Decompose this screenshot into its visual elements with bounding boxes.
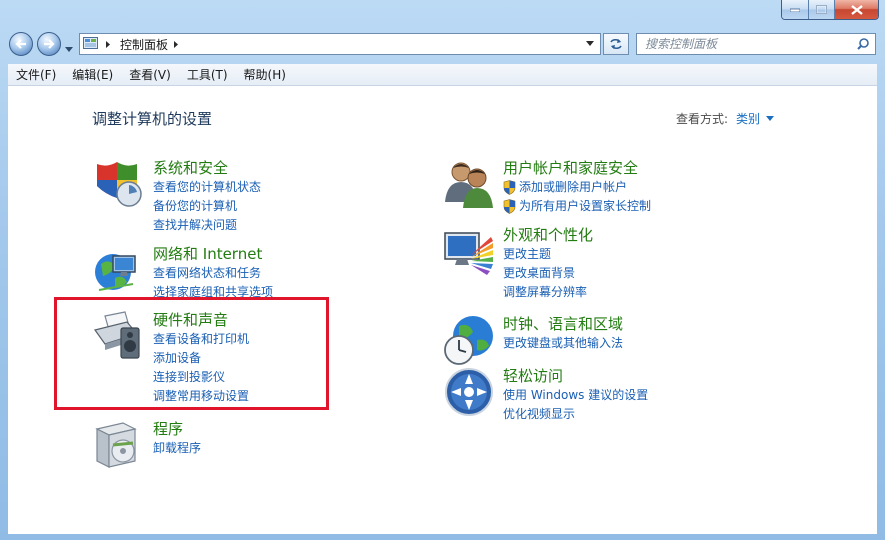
link-troubleshoot[interactable]: 查找并解决问题: [153, 216, 261, 235]
page-title: 调整计算机的设置: [92, 110, 213, 128]
link-change-keyboard-input[interactable]: 更改键盘或其他输入法: [503, 334, 623, 353]
link-change-theme[interactable]: 更改主题: [503, 245, 593, 264]
users-icon[interactable]: [443, 158, 495, 210]
category-title[interactable]: 用户帐户和家庭安全: [503, 158, 651, 178]
chevron-down-icon[interactable]: [766, 116, 775, 121]
link-view-computer-status[interactable]: 查看您的计算机状态: [153, 178, 261, 197]
security-shield-icon[interactable]: [93, 158, 145, 210]
search-icon[interactable]: [857, 38, 869, 50]
forward-arrow-icon: [44, 39, 55, 49]
link-add-remove-accounts[interactable]: 添加或删除用户帐户: [503, 178, 651, 197]
address-bar[interactable]: 控制面板: [79, 33, 601, 55]
breadcrumb-control-panel[interactable]: 控制面板: [120, 36, 168, 53]
link-windows-suggested-settings[interactable]: 使用 Windows 建议的设置: [503, 386, 648, 405]
search-box[interactable]: [636, 33, 876, 55]
refresh-icon: [610, 38, 622, 50]
back-arrow-icon: [15, 39, 26, 49]
clock-globe-icon[interactable]: [443, 314, 495, 366]
menu-file[interactable]: 文件(F): [8, 64, 64, 86]
close-button[interactable]: [834, 0, 878, 19]
breadcrumb-separator-icon[interactable]: [174, 41, 178, 48]
menu-bar: 文件(F) 编辑(E) 查看(V) 工具(T) 帮助(H): [8, 64, 877, 86]
maximize-button[interactable]: [808, 0, 834, 19]
link-text[interactable]: 添加或删除用户帐户: [519, 178, 627, 197]
link-desktop-background[interactable]: 更改桌面背景: [503, 264, 593, 283]
uac-shield-icon: [503, 180, 516, 195]
category-title[interactable]: 网络和 Internet: [153, 244, 273, 264]
view-by-control: 查看方式: 类别: [676, 110, 775, 127]
category-title[interactable]: 时钟、语言和区域: [503, 314, 623, 334]
minimize-icon: [790, 8, 800, 12]
link-text[interactable]: 为所有用户设置家长控制: [519, 197, 651, 216]
view-by-label: 查看方式:: [676, 112, 729, 126]
recent-pages-dropdown[interactable]: [65, 41, 73, 55]
category-title[interactable]: 轻松访问: [503, 366, 648, 386]
programs-box-icon[interactable]: [93, 419, 145, 471]
view-by-dropdown[interactable]: 类别: [736, 110, 760, 127]
maximize-icon: [816, 5, 827, 14]
control-panel-icon: [83, 37, 98, 49]
chevron-down-icon: [65, 47, 73, 52]
minimize-button[interactable]: [782, 0, 808, 19]
ease-of-access-icon[interactable]: [443, 366, 495, 418]
category-title[interactable]: 外观和个性化: [503, 225, 593, 245]
highlight-annotation-box: [54, 297, 329, 410]
navigation-bar: 控制面板: [0, 28, 885, 62]
uac-shield-icon: [503, 199, 516, 214]
search-input[interactable]: [643, 36, 847, 52]
address-history-dropdown-icon[interactable]: [586, 41, 594, 46]
refresh-button[interactable]: [603, 33, 629, 55]
network-globe-icon[interactable]: [93, 244, 145, 296]
control-panel-content: 调整计算机的设置 查看方式: 类别 系统和安全 查看您的计算机状态 备份您的计算…: [8, 86, 877, 534]
link-screen-resolution[interactable]: 调整屏幕分辨率: [503, 283, 593, 302]
menu-help[interactable]: 帮助(H): [236, 64, 294, 86]
link-backup-computer[interactable]: 备份您的计算机: [153, 197, 261, 216]
menu-tools[interactable]: 工具(T): [179, 64, 236, 86]
menu-view[interactable]: 查看(V): [121, 64, 179, 86]
back-button[interactable]: [9, 32, 33, 56]
appearance-monitor-icon[interactable]: [443, 225, 495, 277]
forward-button[interactable]: [37, 32, 61, 56]
breadcrumb-separator-icon: [106, 41, 110, 48]
category-title[interactable]: 系统和安全: [153, 158, 261, 178]
close-icon: [850, 4, 863, 15]
window-caption-buttons: [781, 0, 879, 20]
link-view-network-status[interactable]: 查看网络状态和任务: [153, 264, 273, 283]
link-optimize-display[interactable]: 优化视频显示: [503, 405, 648, 424]
window-frame: 控制面板 文件(F) 编辑(E) 查看(V) 工具(T) 帮助(H): [0, 0, 885, 540]
category-title[interactable]: 程序: [153, 419, 201, 439]
link-uninstall-program[interactable]: 卸载程序: [153, 439, 201, 458]
link-parental-controls[interactable]: 为所有用户设置家长控制: [503, 197, 651, 216]
menu-edit[interactable]: 编辑(E): [64, 64, 121, 86]
